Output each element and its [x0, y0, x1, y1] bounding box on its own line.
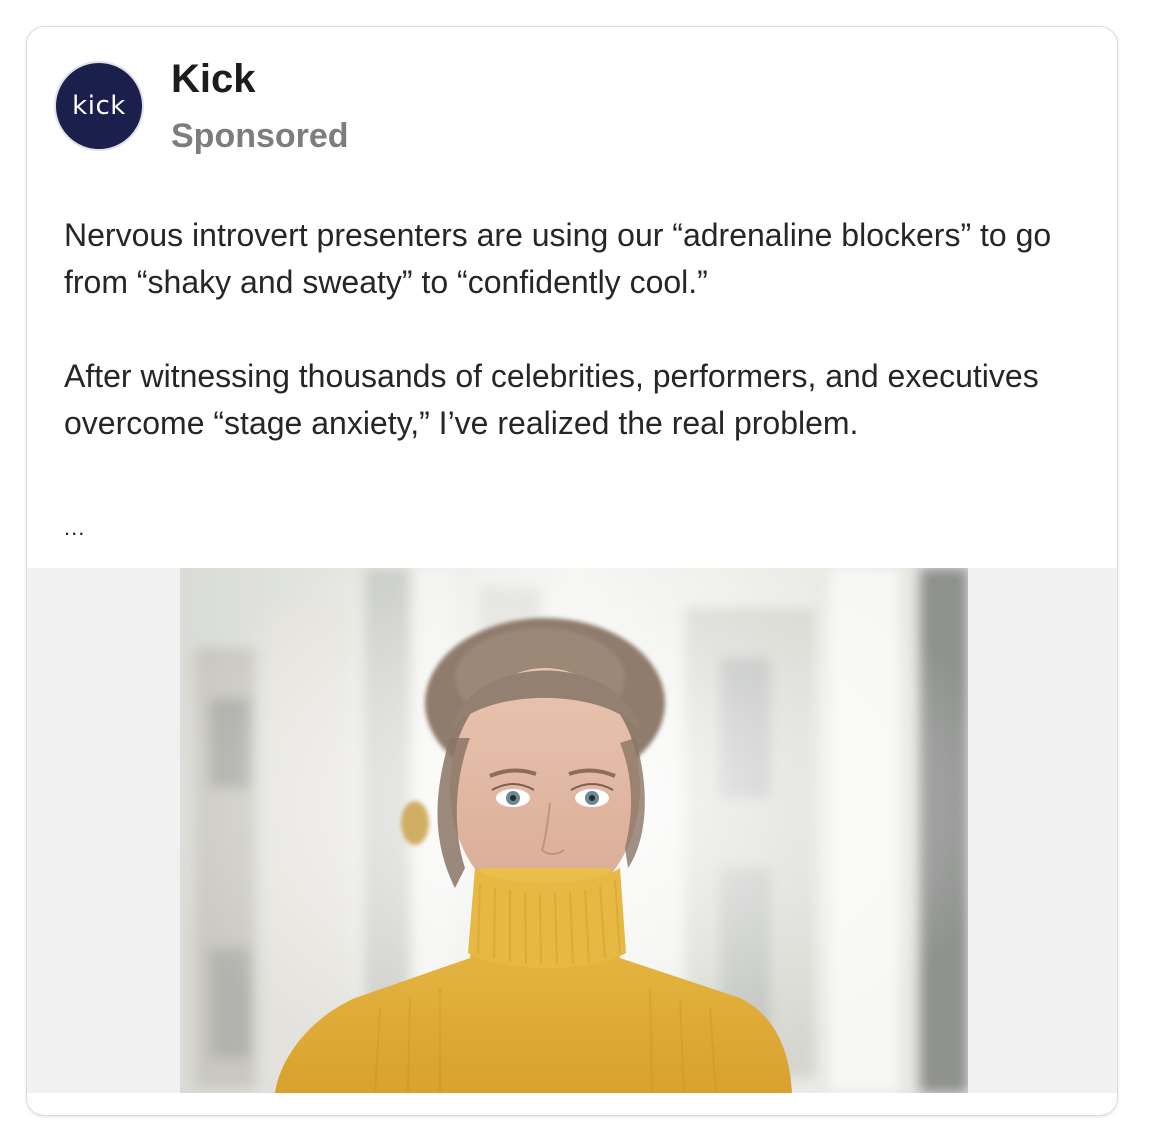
sponsored-label: Sponsored	[171, 117, 349, 155]
post-media	[27, 568, 1117, 1093]
post-header: kick Kick Sponsored	[27, 27, 1117, 187]
brand-name[interactable]: Kick	[171, 57, 256, 102]
post-paragraph-1: Nervous introvert presenters are using o…	[64, 217, 1052, 300]
post-photo[interactable]	[180, 568, 968, 1093]
post-body: Nervous introvert presenters are using o…	[64, 212, 1094, 447]
woman-portrait-image	[180, 568, 968, 1093]
brand-logo-text: kick	[72, 91, 126, 121]
brand-avatar[interactable]: kick	[54, 61, 144, 151]
post-paragraph-2: After witnessing thousands of celebritie…	[64, 358, 1039, 441]
see-more-indicator[interactable]: ...	[64, 515, 85, 541]
sponsored-post-card: kick Kick Sponsored Nervous introvert pr…	[26, 26, 1118, 1116]
